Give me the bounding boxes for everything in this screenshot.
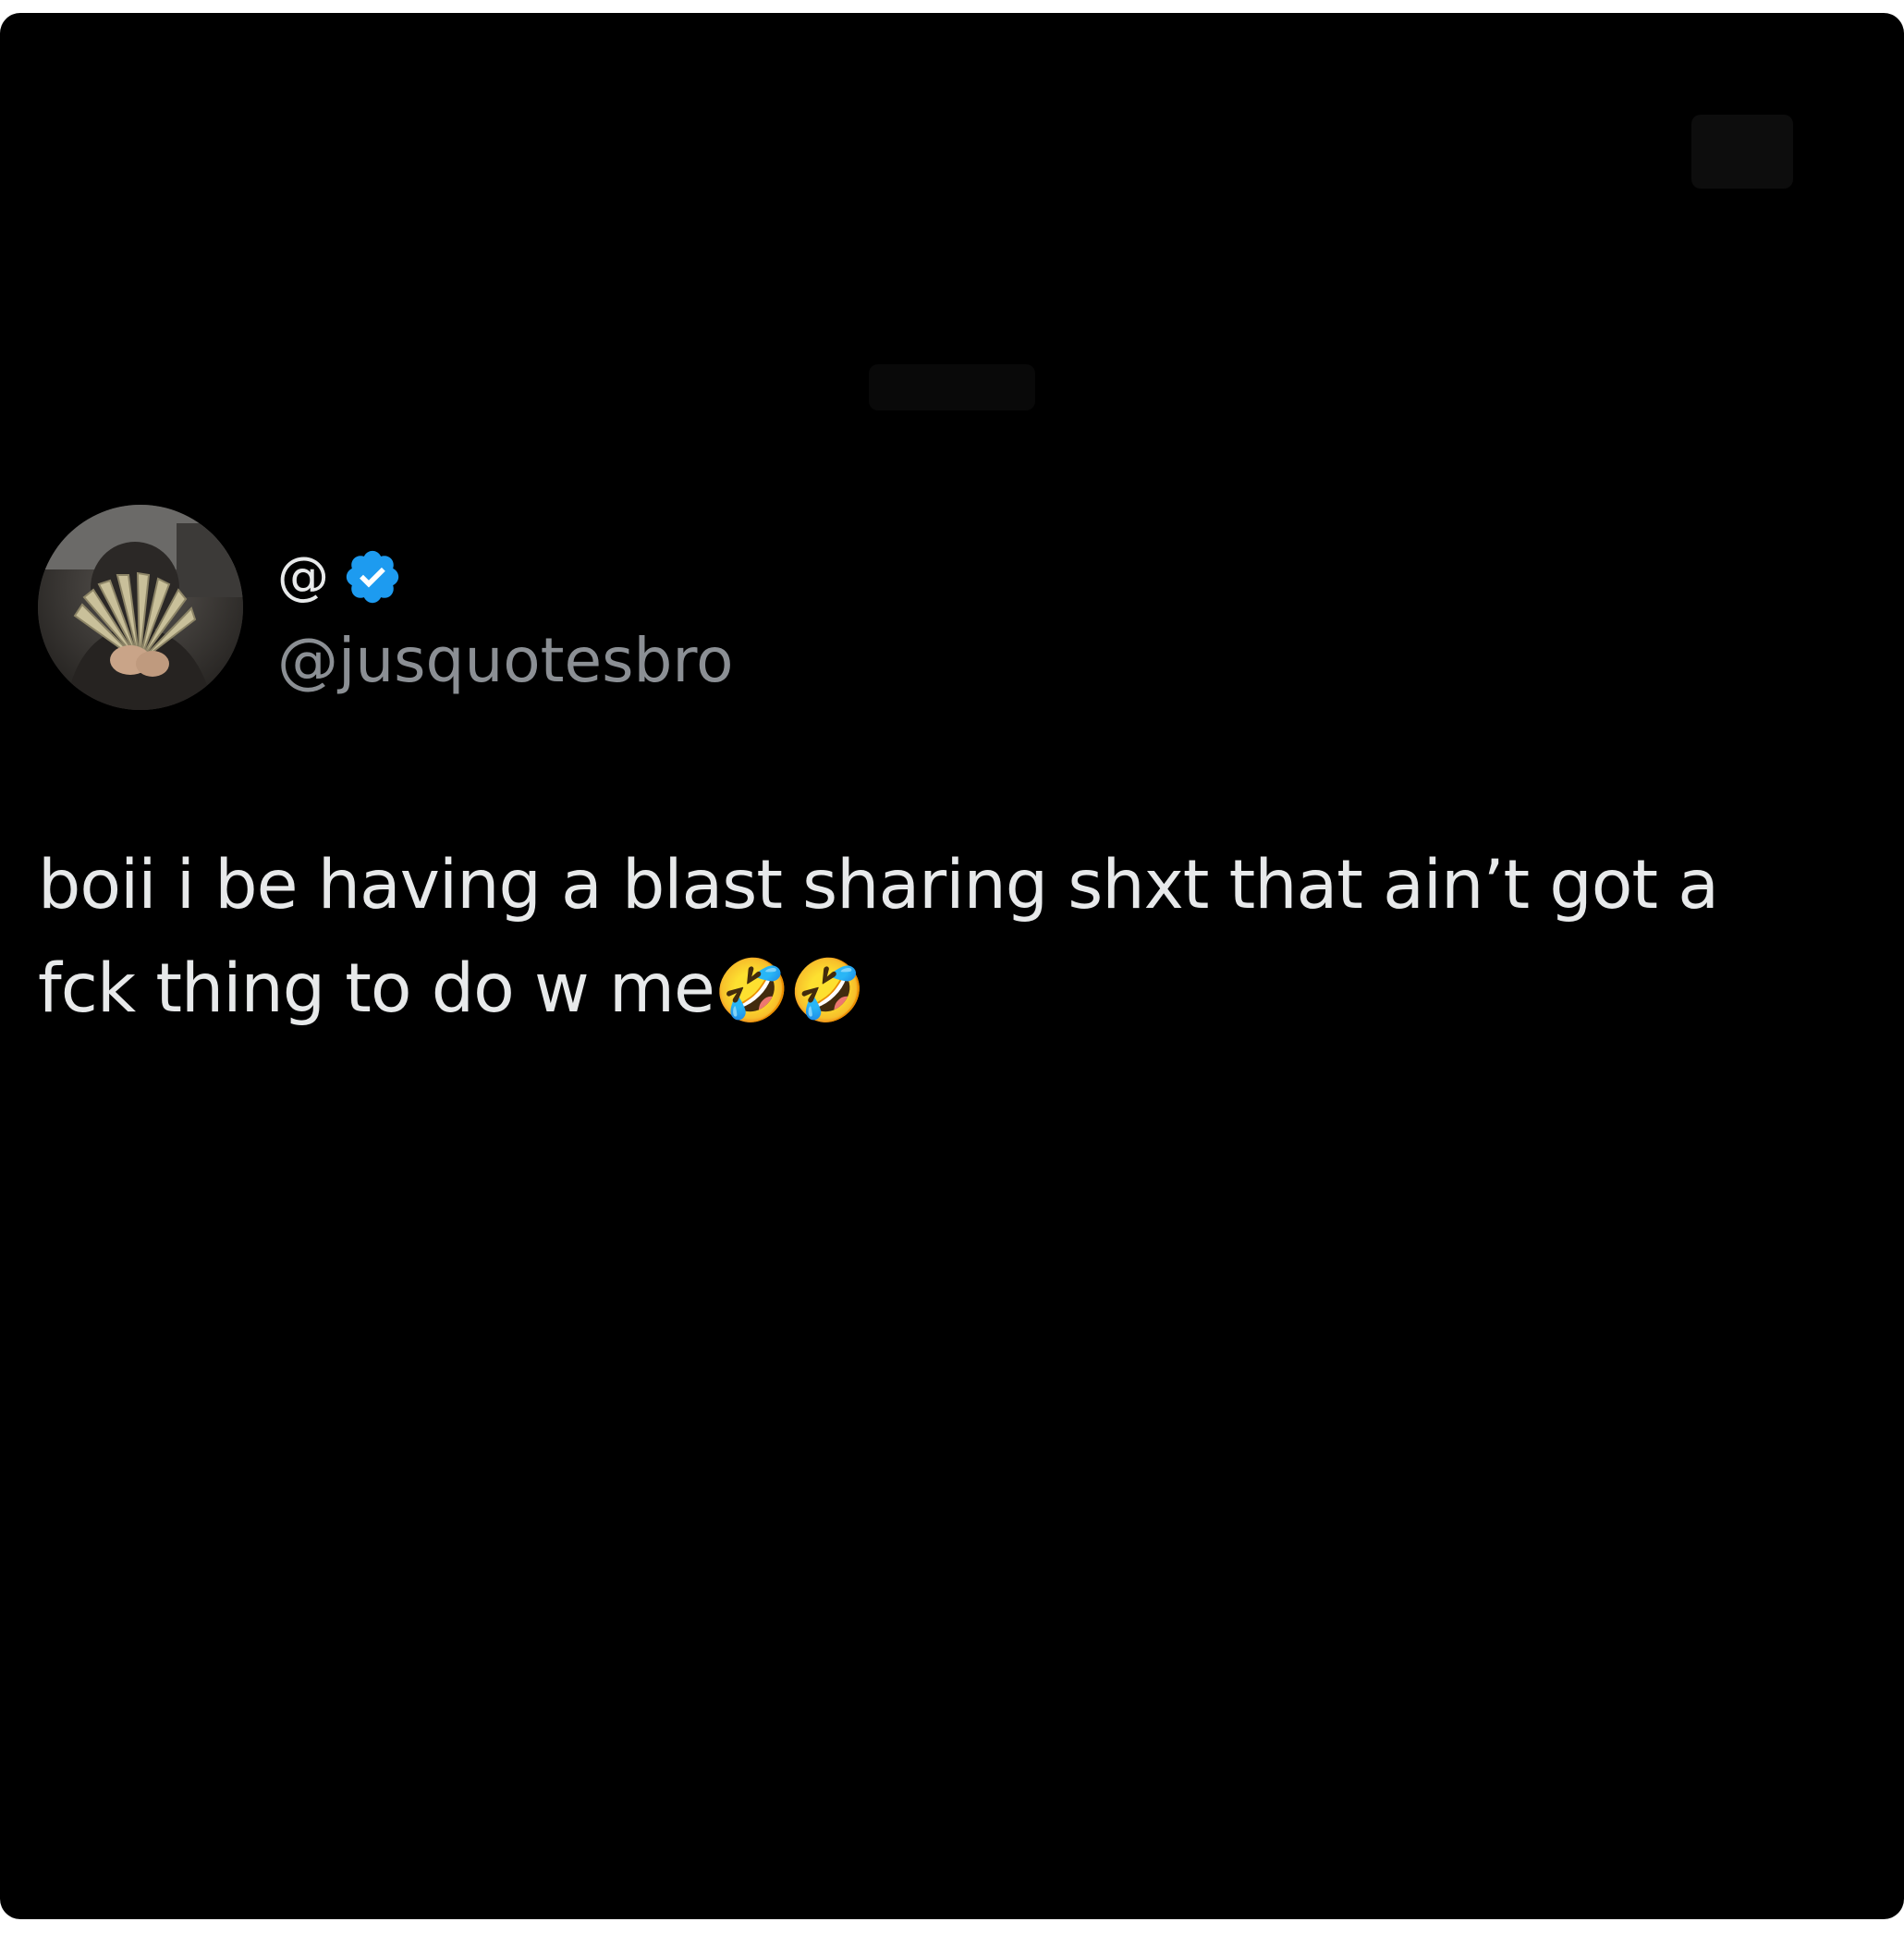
avatar[interactable]: [38, 505, 243, 710]
faint-header-artifact: [1691, 115, 1793, 189]
verified-badge-icon: [346, 550, 399, 604]
tweet-body: boii i be having a blast sharing shxt th…: [38, 846, 1719, 1028]
tweet-text: boii i be having a blast sharing shxt th…: [38, 834, 1831, 1043]
tweet-card: @ @jusquotesbro boii i be having a blast…: [0, 13, 1904, 1919]
author-display-name[interactable]: @: [277, 551, 329, 603]
profile-avatar-image: [38, 505, 243, 710]
rofl-emoji-icon: 🤣🤣: [714, 955, 865, 1026]
author-handle[interactable]: @jusquotesbro: [277, 627, 734, 695]
author-name-row: @: [277, 542, 403, 612]
faint-title-artifact: [869, 364, 1035, 410]
